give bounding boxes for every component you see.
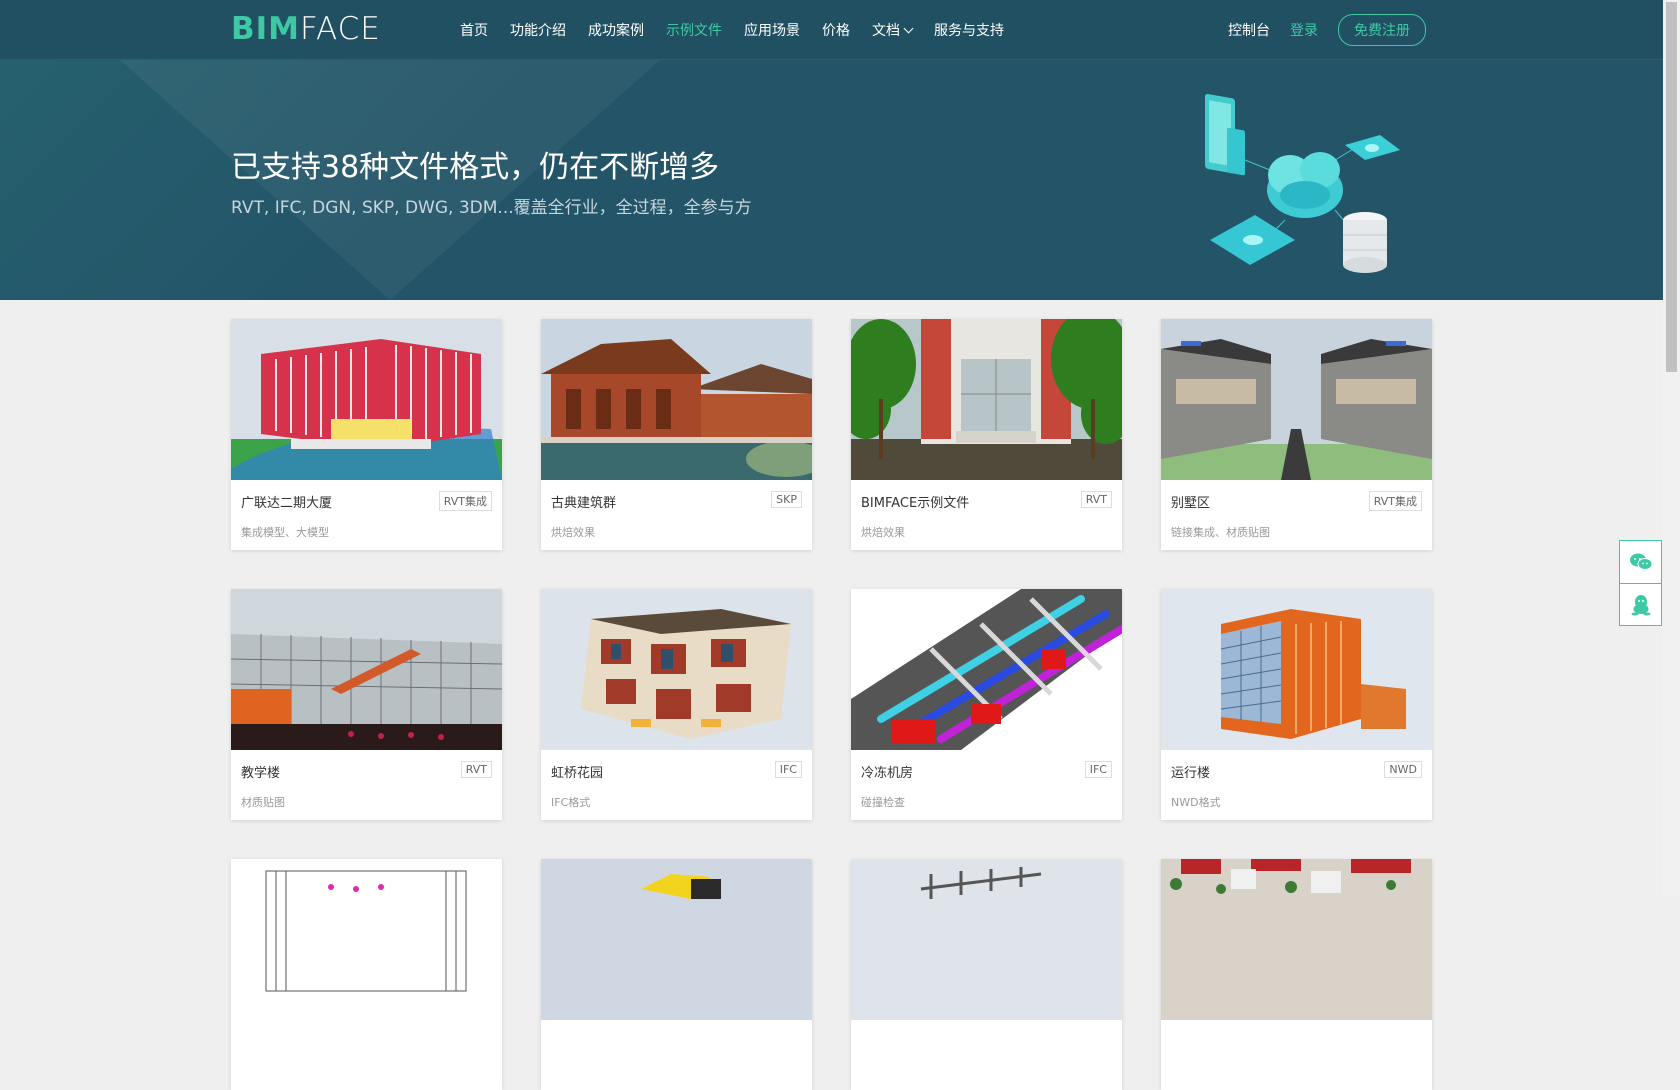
console-link[interactable]: 控制台 xyxy=(1228,20,1270,40)
card-description: 烘焙效果 xyxy=(861,526,905,539)
card-title: 虹桥花园 xyxy=(551,766,604,781)
sample-card[interactable]: BIMFACE示例文件 RVT 烘焙效果 xyxy=(851,319,1122,550)
card-title: 教学楼 xyxy=(241,766,281,781)
qq-icon xyxy=(1631,594,1650,615)
nav-docs-label: 文档 xyxy=(872,23,900,39)
card-description: 集成模型、大模型 xyxy=(241,526,329,539)
account-links: 控制台 登录 免费注册 xyxy=(1228,0,1426,60)
nav-support[interactable]: 服务与支持 xyxy=(934,0,1004,60)
floating-contact-panel xyxy=(1619,540,1662,626)
qq-button[interactable] xyxy=(1620,583,1661,625)
hero-banner: 已支持38种文件格式，仍在不断增多 RVT, IFC, DGN, SKP, DW… xyxy=(0,60,1663,300)
sample-card[interactable]: 广联达二期大厦 RVT集成 集成模型、大模型 xyxy=(231,319,502,550)
bimface-logo[interactable]: BIM FACE xyxy=(231,11,381,47)
login-link[interactable]: 登录 xyxy=(1290,20,1318,40)
sample-card[interactable]: 运行楼 NWD NWD格式 xyxy=(1161,589,1432,820)
nav-cases[interactable]: 成功案例 xyxy=(588,0,644,60)
sample-card[interactable]: 冷冻机房 IFC 碰撞检查 xyxy=(851,589,1122,820)
sample-card[interactable]: 别墅区 RVT集成 链接集成、材质贴图 xyxy=(1161,319,1432,550)
trees-entrance-thumbnail xyxy=(851,319,1122,480)
classical-building-thumbnail xyxy=(541,319,812,480)
excavator-thumbnail xyxy=(541,859,812,1020)
sample-card[interactable]: 虹桥花园 IFC IFC格式 xyxy=(541,589,812,820)
nav-sample-files[interactable]: 示例文件 xyxy=(666,0,722,60)
sample-card[interactable] xyxy=(1161,859,1432,1090)
card-format-tag: RVT集成 xyxy=(438,491,492,511)
mep-pipes-thumbnail xyxy=(851,589,1122,750)
card-title: 运行楼 xyxy=(1171,766,1211,781)
card-title: 冷冻机房 xyxy=(861,766,914,781)
nav-scenarios[interactable]: 应用场景 xyxy=(744,0,800,60)
card-description: 材质贴图 xyxy=(241,796,285,809)
card-title: 别墅区 xyxy=(1171,496,1211,511)
sample-card[interactable]: 教学楼 RVT 材质贴图 xyxy=(231,589,502,820)
card-title: 广联达二期大厦 xyxy=(241,496,333,511)
nav-pricing[interactable]: 价格 xyxy=(822,0,850,60)
card-description: 烘焙效果 xyxy=(551,526,595,539)
card-description: IFC格式 xyxy=(551,796,591,809)
card-format-tag: IFC xyxy=(1084,761,1112,778)
steel-frame-thumbnail xyxy=(851,859,1122,1020)
card-format-tag: RVT xyxy=(460,761,492,778)
wechat-button[interactable] xyxy=(1620,541,1661,583)
orange-tower-thumbnail xyxy=(1161,589,1432,750)
wechat-icon xyxy=(1629,553,1652,570)
logo-text-bim: BIM xyxy=(231,11,301,47)
sample-card[interactable]: 古典建筑群 SKP 烘焙效果 xyxy=(541,319,812,550)
scrollbar-thumb[interactable] xyxy=(1666,2,1677,372)
sample-card[interactable] xyxy=(231,859,502,1090)
main-nav: 首页 功能介绍 成功案例 示例文件 应用场景 价格 文档 服务与支持 xyxy=(460,0,1026,60)
villa-street-thumbnail xyxy=(1161,319,1432,480)
page-scrollbar[interactable] xyxy=(1663,0,1680,896)
drawing-thumbnail xyxy=(231,859,502,1020)
logo-text-face: FACE xyxy=(300,11,381,47)
card-format-tag: IFC xyxy=(774,761,802,778)
card-format-tag: RVT集成 xyxy=(1368,491,1422,511)
garden-house-thumbnail xyxy=(541,589,812,750)
nav-home[interactable]: 首页 xyxy=(460,0,488,60)
sample-card[interactable] xyxy=(851,859,1122,1090)
hero-title: 已支持38种文件格式，仍在不断增多 xyxy=(231,150,720,185)
hero-subtitle: RVT, IFC, DGN, SKP, DWG, 3DM...覆盖全行业，全过程… xyxy=(231,198,752,218)
card-description: 链接集成、材质贴图 xyxy=(1171,526,1270,539)
card-title: 古典建筑群 xyxy=(551,496,617,511)
office-building-thumbnail xyxy=(231,319,502,480)
chevron-down-icon xyxy=(903,23,914,33)
card-description: NWD格式 xyxy=(1171,796,1221,809)
card-format-tag: RVT xyxy=(1080,491,1112,508)
sample-card[interactable] xyxy=(541,859,812,1090)
register-button[interactable]: 免费注册 xyxy=(1338,14,1426,46)
nav-docs[interactable]: 文档 xyxy=(872,0,914,60)
card-format-tag: NWD xyxy=(1384,761,1422,778)
cloud-devices-illustration xyxy=(1205,94,1400,273)
city-block-thumbnail xyxy=(1161,859,1432,1020)
top-navigation-bar: BIM FACE 首页 功能介绍 成功案例 示例文件 应用场景 价格 文档 服务与… xyxy=(0,0,1663,60)
card-format-tag: SKP xyxy=(771,491,802,508)
card-description: 碰撞检查 xyxy=(861,796,905,809)
teaching-building-thumbnail xyxy=(231,589,502,750)
nav-features[interactable]: 功能介绍 xyxy=(510,0,566,60)
card-title: BIMFACE示例文件 xyxy=(861,496,970,511)
